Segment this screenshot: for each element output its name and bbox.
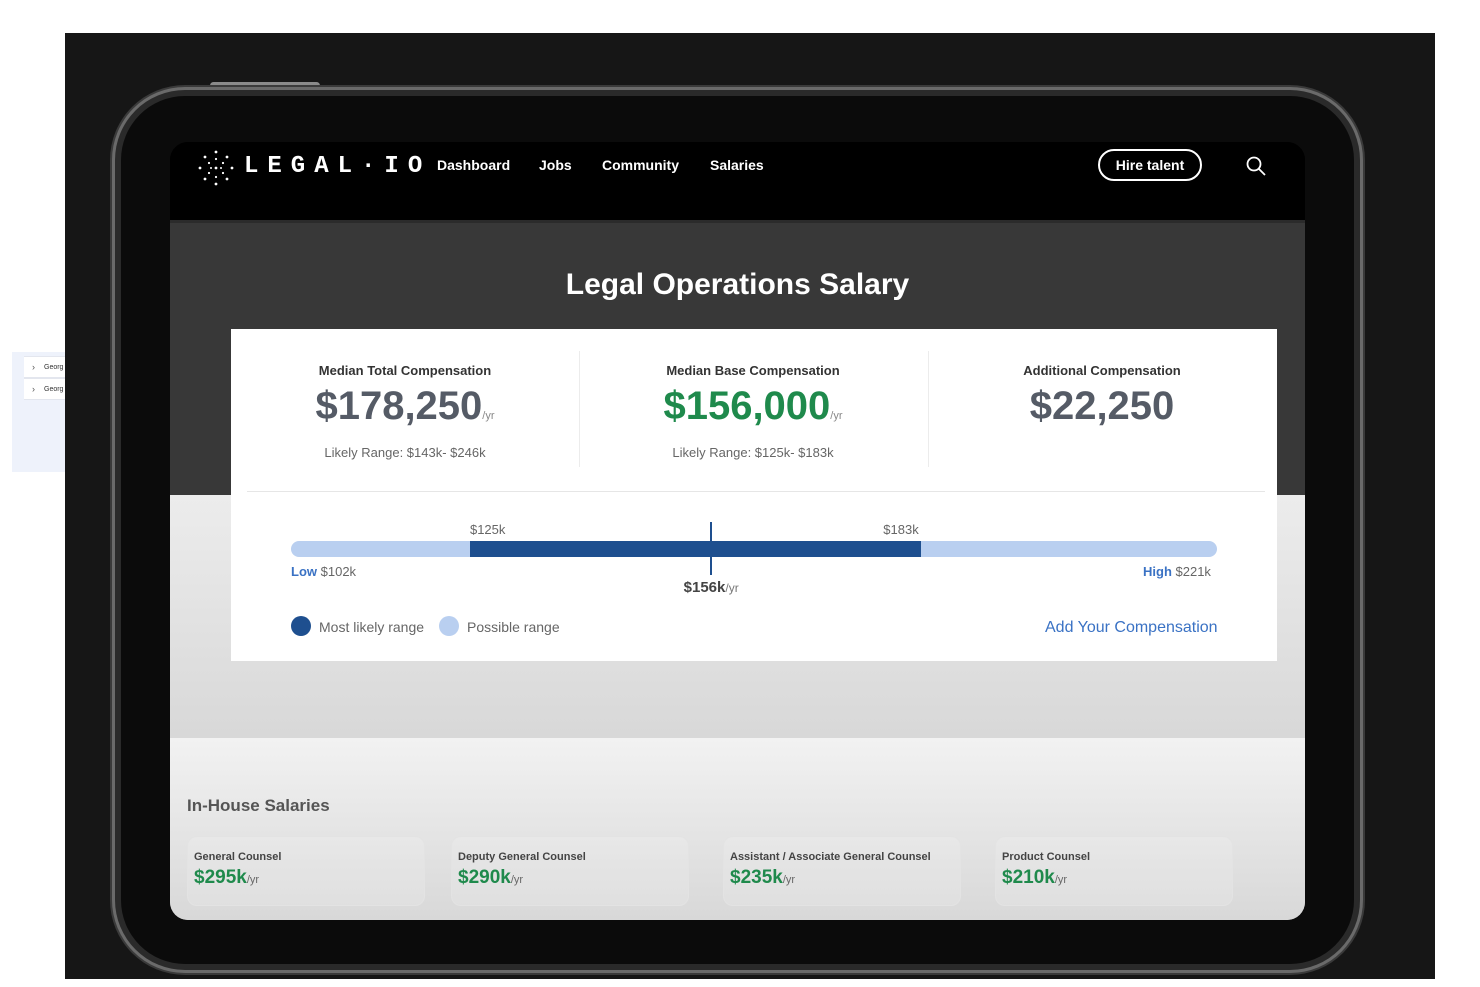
possible-legend: Possible range [467, 619, 560, 635]
role-salary: $210k/yr [1002, 867, 1068, 888]
likely-range-bar [469, 541, 922, 557]
median-marker [710, 522, 713, 575]
median-label: $156k/yr [683, 579, 739, 596]
role-name: General Counsel [194, 851, 282, 863]
stat-range: Likely Range: $143k- $246k [324, 445, 486, 460]
likely-low-label: $125k [469, 522, 506, 537]
add-compensation-link[interactable]: Add Your Compensation [1045, 619, 1218, 637]
role-salary: $290k/yr [458, 867, 524, 888]
likely-high-label: $183k [883, 522, 919, 537]
role-card[interactable]: Assistant / Associate General Counsel $2… [723, 836, 961, 906]
chevron-right-icon: › [32, 384, 35, 394]
top-nav: LEGAL·IO Dashboard Jobs Community Salari… [170, 142, 1305, 220]
chevron-right-icon: › [32, 362, 35, 372]
most-likely-swatch [291, 616, 311, 636]
high-label: High $221k [1143, 564, 1211, 579]
tree-item[interactable]: › Georg [24, 356, 65, 378]
tablet-button [210, 82, 320, 89]
stat-label: Median Total Compensation [318, 363, 492, 378]
video-frame: LEGAL·IO Dashboard Jobs Community Salari… [65, 33, 1435, 979]
nav-link-community[interactable]: Community [602, 157, 679, 173]
role-name: Product Counsel [1002, 851, 1091, 863]
stat-total: Median Total Compensation $178,250/yr Li… [231, 363, 579, 460]
role-name: Assistant / Associate General Counsel [730, 851, 931, 863]
card-divider [247, 491, 1265, 492]
stat-value: $178,250/yr [315, 384, 495, 428]
hire-talent-button[interactable]: Hire talent [1098, 149, 1202, 181]
possible-swatch [439, 616, 459, 636]
salary-card: Median Total Compensation $178,250/yr Li… [231, 329, 1277, 661]
role-card[interactable]: General Counsel $295k/yr [187, 836, 425, 906]
stat-label: Median Base Compensation [666, 363, 840, 378]
search-icon[interactable] [1245, 155, 1267, 177]
tree-item-label: Georg [44, 363, 64, 371]
role-card[interactable]: Product Counsel $210k/yr [995, 836, 1233, 906]
most-likely-legend: Most likely range [319, 619, 425, 635]
role-name: Deputy General Counsel [458, 851, 586, 863]
page-title: Legal Operations Salary [565, 268, 910, 301]
in-house-title: In-House Salaries [187, 796, 330, 815]
logo-icon [198, 150, 234, 186]
role-salary: $295k/yr [194, 867, 260, 888]
stat-value: $156,000/yr [663, 384, 843, 428]
stat-base: Median Base Compensation $156,000/yr Lik… [579, 363, 927, 460]
tablet-screen: LEGAL·IO Dashboard Jobs Community Salari… [170, 142, 1305, 920]
tree-item-label: Georg [44, 385, 64, 393]
nav-link-salaries[interactable]: Salaries [710, 157, 764, 173]
role-salary: $235k/yr [730, 867, 796, 888]
logo-text[interactable]: LEGAL·IO [244, 153, 431, 180]
role-card[interactable]: Deputy General Counsel $290k/yr [451, 836, 689, 906]
stat-label: Additional Compensation [1023, 363, 1181, 378]
stat-additional: Additional Compensation $22,250 [928, 363, 1276, 429]
tree-item[interactable]: › Georg [24, 378, 65, 400]
nav-link-jobs[interactable]: Jobs [539, 157, 572, 173]
low-label: Low $102k [291, 564, 357, 579]
nav-link-dashboard[interactable]: Dashboard [437, 157, 510, 173]
stat-range: Likely Range: $125k- $183k [672, 445, 834, 460]
stat-value: $22,250 [1029, 384, 1175, 428]
